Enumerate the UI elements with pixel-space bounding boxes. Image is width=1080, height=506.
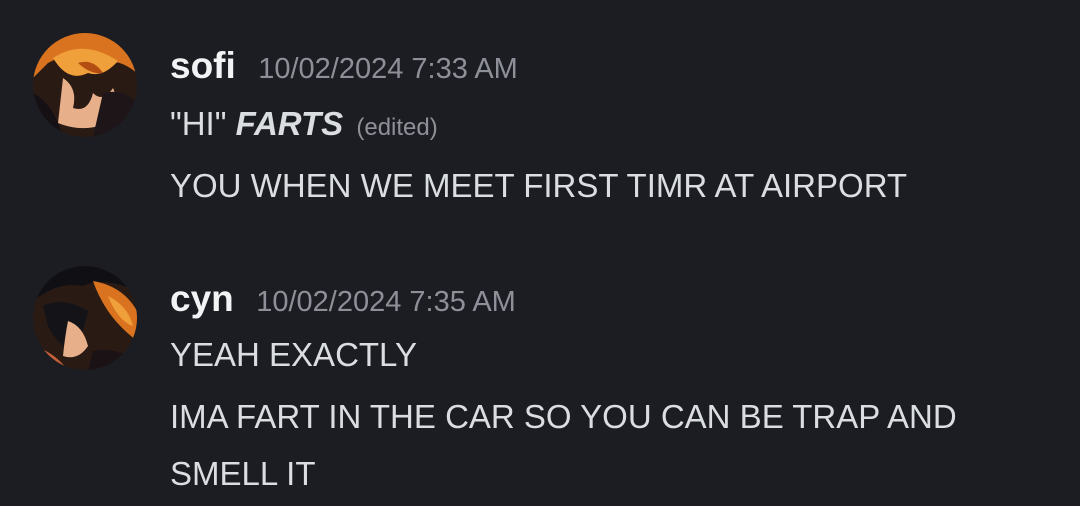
message-group-sofi: sofi 10/02/2024 7:33 AM "HI" FARTS (edit… [0, 0, 1080, 250]
edited-label: (edited) [356, 114, 438, 141]
message-text: "HI" [170, 105, 236, 142]
message-header: cyn 10/02/2024 7:35 AM [170, 278, 516, 320]
message-line: YEAH EXACTLY [170, 336, 417, 373]
username[interactable]: cyn [170, 278, 234, 319]
message-line: YOU WHEN WE MEET FIRST TIMR AT AIRPORT [170, 167, 908, 204]
timestamp[interactable]: 10/02/2024 7:35 AM [256, 286, 516, 318]
message-header: sofi 10/02/2024 7:33 AM [170, 45, 518, 87]
message-line: IMA FART IN THE CAR SO YOU CAN BE TRAP A… [170, 398, 957, 435]
message-line: "HI" FARTS (edited) [170, 105, 438, 143]
avatar-cyn-icon[interactable] [33, 266, 137, 370]
message-group-cyn: cyn 10/02/2024 7:35 AM YEAH EXACTLY IMA … [0, 250, 1080, 506]
avatar-sofi-icon[interactable] [33, 33, 137, 137]
username[interactable]: sofi [170, 45, 236, 86]
timestamp[interactable]: 10/02/2024 7:33 AM [258, 53, 518, 85]
emphasis-text: FARTS [235, 105, 344, 142]
message-line: SMELL IT [170, 455, 316, 492]
